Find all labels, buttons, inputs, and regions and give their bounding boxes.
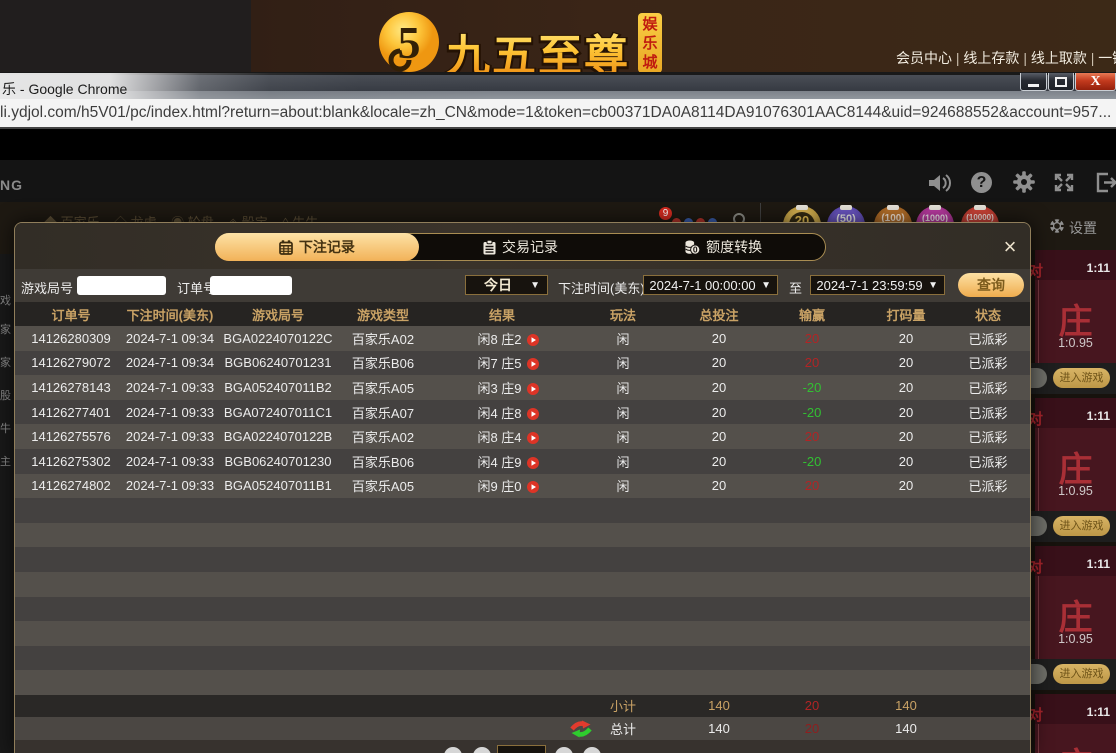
svg-text:0: 0 <box>693 244 698 254</box>
